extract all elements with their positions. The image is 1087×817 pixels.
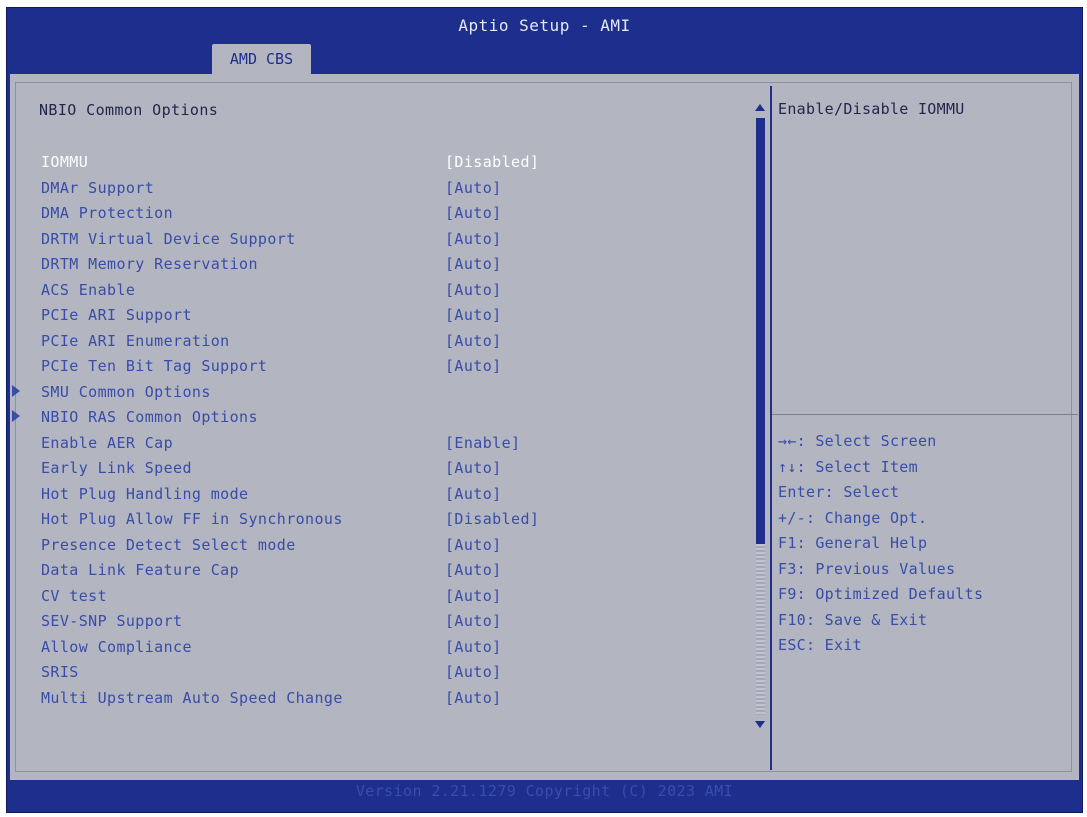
settings-panel: NBIO Common Options IOMMU [Disabled] DMAr … — [10, 74, 769, 780]
setting-value[interactable]: [Auto] — [445, 306, 502, 324]
section-title: NBIO Common Options — [39, 101, 219, 119]
setting-row[interactable]: IOMMU [Disabled] — [10, 150, 760, 176]
setting-label: DMAr Support — [41, 178, 155, 197]
setting-row[interactable]: ACS Enable [Auto] — [10, 278, 760, 304]
tab-amd-cbs[interactable]: AMD CBS — [212, 44, 311, 74]
setting-row[interactable]: PCIe ARI Enumeration [Auto] — [10, 329, 760, 355]
setting-value[interactable]: [Auto] — [445, 230, 502, 248]
setting-row[interactable]: PCIe Ten Bit Tag Support [Auto] — [10, 354, 760, 380]
setting-label: PCIe Ten Bit Tag Support — [41, 357, 268, 375]
key-help-line: Enter: Select — [778, 483, 900, 501]
setting-value[interactable]: [Auto] — [445, 638, 502, 656]
setting-label: DMA Protection — [41, 204, 174, 222]
submenu-arrow-icon — [12, 410, 20, 422]
key-help-line: ↑↓: Select Item — [778, 457, 918, 476]
bios-window: Aptio Setup - AMI AMD CBS NBIO Common Op… — [6, 7, 1083, 813]
setting-row[interactable]: Enable AER Cap [Enable] — [10, 431, 760, 457]
setting-label: ACS Enable — [41, 280, 136, 299]
setting-row[interactable]: Allow Compliance [Auto] — [10, 635, 760, 661]
setting-value[interactable]: [Auto] — [445, 536, 502, 554]
setting-value[interactable]: [Auto] — [445, 357, 502, 375]
setting-value[interactable]: [Auto] — [445, 561, 502, 579]
setting-value[interactable]: [Auto] — [445, 663, 502, 681]
version-footer: Version 2.21.1279 Copyright (C) 2023 AMI — [355, 782, 734, 800]
key-help-line: +/-: Change Opt. — [778, 508, 928, 527]
setting-value[interactable]: [Auto] — [445, 689, 502, 707]
scroll-down-arrow-icon[interactable] — [755, 721, 765, 728]
key-help-list: →←: Select Screen ↑↓: Select Item Enter: S… — [778, 432, 983, 662]
setting-value[interactable]: [Auto] — [445, 255, 502, 273]
setting-row[interactable]: Multi Upstream Auto Speed Change [Auto] — [10, 686, 760, 712]
setting-label: Presence Detect Select mode — [41, 535, 296, 554]
setting-label: Multi Upstream Auto Speed Change — [41, 688, 343, 707]
setting-value[interactable]: [Auto] — [445, 485, 502, 503]
help-divider — [772, 414, 1078, 415]
submenu-item[interactable]: NBIO RAS Common Options — [10, 405, 760, 431]
setting-label: PCIe ARI Support — [41, 306, 192, 324]
setting-value[interactable]: [Auto] — [445, 179, 502, 197]
item-help-text: Enable/Disable IOMMU — [778, 100, 965, 118]
setting-label: PCIe ARI Enumeration — [41, 331, 230, 350]
setting-row[interactable]: DRTM Virtual Device Support [Auto] — [10, 227, 760, 253]
submenu-item[interactable]: SMU Common Options — [10, 380, 760, 406]
setting-row[interactable]: CV test [Auto] — [10, 584, 760, 610]
setting-row[interactable]: Data Link Feature Cap [Auto] — [10, 558, 760, 584]
setting-value[interactable]: [Auto] — [445, 587, 502, 605]
key-help-line: ESC: Exit — [778, 636, 862, 654]
key-help-line: →←: Select Screen — [778, 432, 937, 450]
setting-value[interactable]: [Auto] — [445, 281, 502, 299]
setting-row[interactable]: PCIe ARI Support [Auto] — [10, 303, 760, 329]
key-help-line: F9: Optimized Defaults — [778, 585, 984, 603]
setting-label: IOMMU — [41, 153, 89, 171]
setting-row[interactable]: SEV-SNP Support [Auto] — [10, 609, 760, 635]
setting-label: NBIO RAS Common Options — [41, 408, 258, 426]
setting-label: Enable AER Cap — [41, 433, 174, 452]
setting-row[interactable]: DMAr Support [Auto] — [10, 176, 760, 202]
setting-value[interactable]: [Disabled] — [445, 510, 539, 528]
scrollbar-thumb[interactable] — [756, 118, 765, 544]
setting-value[interactable]: [Auto] — [445, 459, 502, 477]
setting-label: Hot Plug Handling mode — [41, 484, 249, 503]
setting-value[interactable]: [Auto] — [445, 612, 502, 630]
setting-label: SMU Common Options — [41, 382, 211, 401]
setting-label: Early Link Speed — [41, 459, 192, 477]
setting-label: DRTM Virtual Device Support — [41, 229, 296, 248]
settings-list: IOMMU [Disabled] DMAr Support [Auto] DMA Pro… — [10, 150, 760, 711]
setting-row[interactable]: Presence Detect Select mode [Auto] — [10, 533, 760, 559]
setting-label: CV test — [41, 586, 108, 605]
scroll-up-arrow-icon[interactable] — [755, 104, 765, 111]
setting-label: DRTM Memory Reservation — [41, 255, 258, 273]
key-help-line: F1: General Help — [778, 534, 928, 552]
setting-row[interactable]: DMA Protection [Auto] — [10, 201, 760, 227]
window-title: Aptio Setup - AMI — [458, 16, 631, 35]
key-help-line: F10: Save & Exit — [778, 610, 928, 629]
setting-row[interactable]: Hot Plug Allow FF in Synchronous [Disable… — [10, 507, 760, 533]
setting-row[interactable]: Early Link Speed [Auto] — [10, 456, 760, 482]
setting-label: SRIS — [41, 663, 79, 681]
setting-value[interactable]: [Auto] — [445, 204, 502, 222]
setting-value[interactable]: [Disabled] — [445, 153, 539, 171]
setting-label: Data Link Feature Cap — [41, 561, 240, 579]
setting-label: Allow Compliance — [41, 637, 192, 656]
setting-row[interactable]: DRTM Memory Reservation [Auto] — [10, 252, 760, 278]
submenu-arrow-icon — [12, 384, 20, 397]
setting-row[interactable]: SRIS [Auto] — [10, 660, 760, 686]
setting-value[interactable]: [Auto] — [445, 332, 502, 350]
panel-divider — [770, 86, 772, 770]
setting-label: Hot Plug Allow FF in Synchronous — [41, 510, 343, 528]
setting-value[interactable]: [Enable] — [445, 434, 520, 452]
setting-row[interactable]: Hot Plug Handling mode [Auto] — [10, 482, 760, 508]
setting-label: SEV-SNP Support — [41, 612, 183, 630]
key-help-line: F3: Previous Values — [778, 559, 956, 578]
setup-content-area: NBIO Common Options IOMMU [Disabled] DMAr … — [10, 74, 1079, 780]
